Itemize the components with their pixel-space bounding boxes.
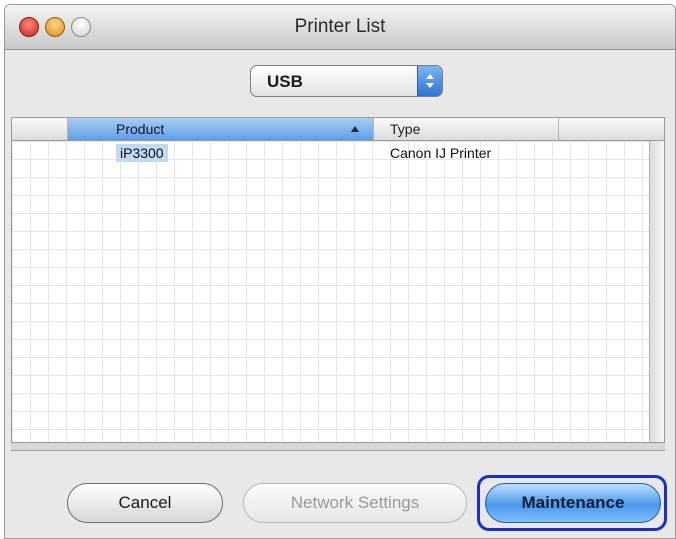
header-blank-cell: [12, 118, 68, 140]
printer-list-window: Printer List USB Product Type iP3300 Can…: [4, 4, 676, 539]
sort-ascending-icon: [351, 126, 359, 132]
column-header-product[interactable]: Product: [68, 118, 374, 140]
title-bar: Printer List: [5, 5, 675, 50]
vertical-scrollbar[interactable]: [649, 141, 664, 442]
table-row[interactable]: iP3300 Canon IJ Printer: [12, 141, 650, 165]
printer-table: Product Type iP3300 Canon IJ Printer: [11, 117, 665, 443]
window-title: Printer List: [294, 16, 386, 37]
connection-popup-value: USB: [267, 72, 303, 91]
table-header: Product Type: [12, 118, 664, 141]
column-header-product-label: Product: [116, 121, 165, 137]
row-product: iP3300: [116, 144, 168, 162]
connection-popup[interactable]: USB: [250, 65, 443, 97]
popup-arrows-icon: [417, 66, 442, 96]
maintenance-button[interactable]: Maintenance: [485, 483, 661, 523]
horizontal-scrollbar[interactable]: [11, 443, 665, 451]
column-header-type-label: Type: [390, 121, 421, 137]
cancel-button[interactable]: Cancel: [67, 483, 223, 523]
row-type: Canon IJ Printer: [390, 145, 492, 161]
column-header-type[interactable]: Type: [374, 118, 559, 140]
table-body: [12, 141, 650, 442]
network-settings-button[interactable]: Network Settings: [243, 483, 467, 523]
